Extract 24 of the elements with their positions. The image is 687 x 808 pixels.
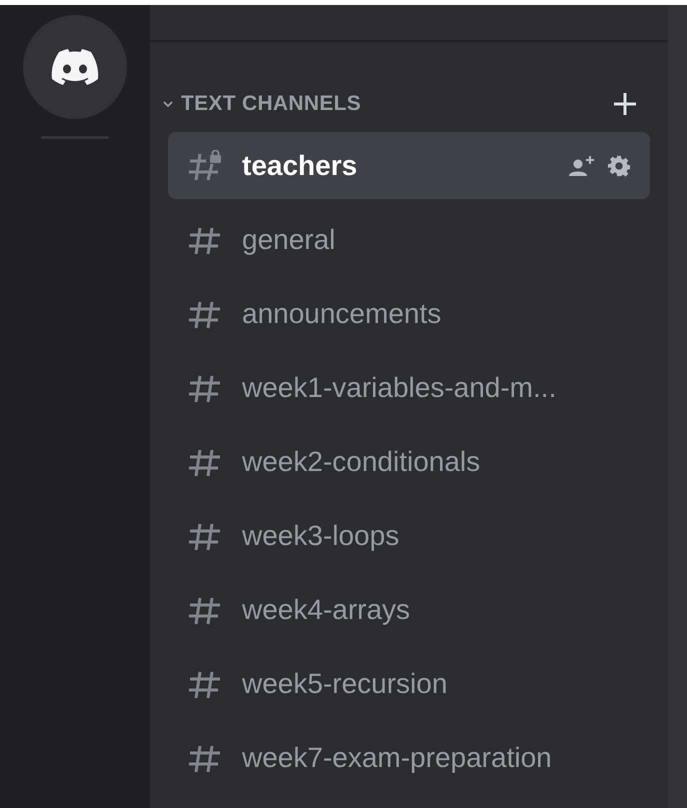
channel-name: general xyxy=(242,222,336,257)
channel-item[interactable]: general xyxy=(168,206,650,273)
channel-name: week3-loops xyxy=(242,518,400,553)
locked-hash-icon xyxy=(188,150,224,182)
channel-item[interactable]: teachers xyxy=(168,132,650,199)
channel-name: announcements xyxy=(242,296,442,330)
section-title[interactable]: TEXT CHANNELS xyxy=(181,88,362,120)
channel-name: week1-variables-and-m... xyxy=(242,370,556,404)
channel-item[interactable]: announcements xyxy=(168,280,650,347)
channel-item[interactable]: week5-recursion xyxy=(168,650,650,717)
channel-item[interactable]: week7-exam-preparation xyxy=(168,724,650,791)
channel-name: week7-exam-preparation xyxy=(242,740,552,775)
plus-icon[interactable] xyxy=(612,91,638,117)
channel-item[interactable]: week2-conditionals xyxy=(168,428,650,495)
controller-face-icon xyxy=(50,48,100,86)
channel-name: teachers xyxy=(242,148,358,182)
channel-name: week4-arrays xyxy=(242,592,410,627)
channel-name: week5-recursion xyxy=(242,666,448,700)
add-member-icon[interactable] xyxy=(568,154,596,178)
settings-icon[interactable] xyxy=(608,154,630,176)
channel-item[interactable]: week3-loops xyxy=(168,502,650,569)
channel-item[interactable]: week1-variables-and-m... xyxy=(168,354,650,421)
channel-name: week2-conditionals xyxy=(242,444,480,478)
channel-item[interactable]: week4-arrays xyxy=(168,576,650,643)
